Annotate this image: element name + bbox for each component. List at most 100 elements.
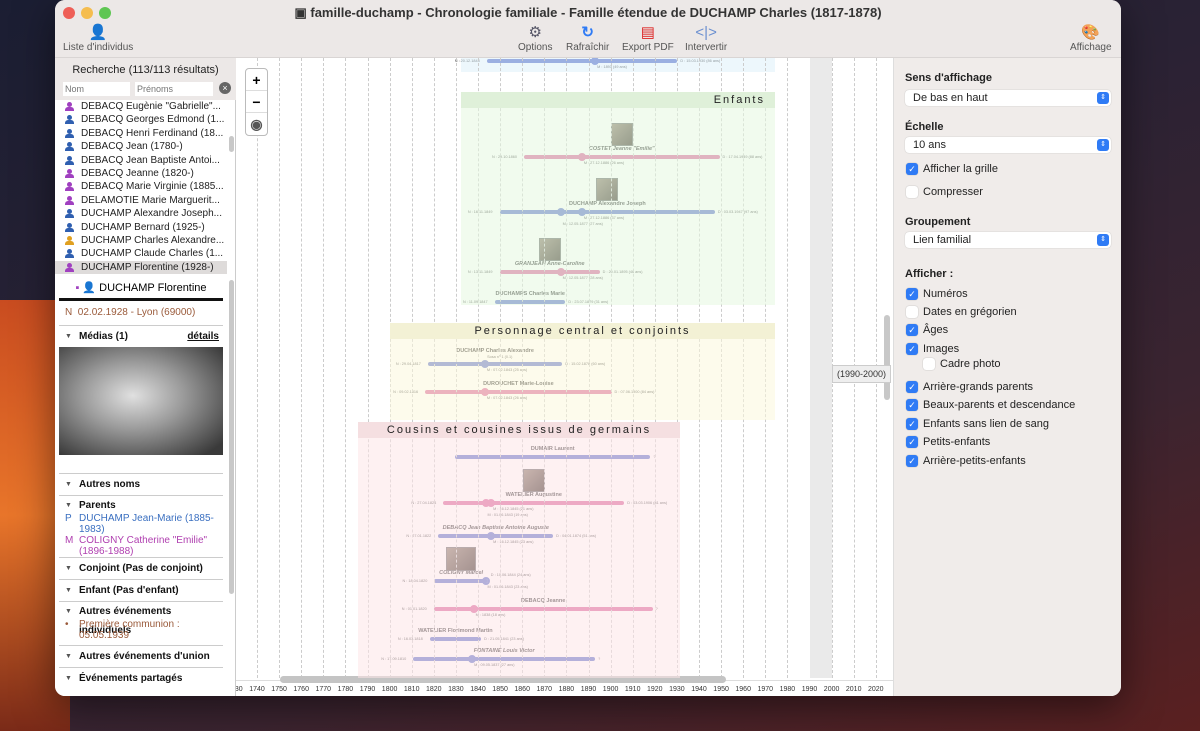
individuals-list-button[interactable]: 👤 Liste d'individus (63, 24, 133, 53)
person-icon (65, 195, 74, 206)
axis-tick-label: 1910 (624, 686, 641, 693)
show-option-checkbox[interactable]: ✓ Petits-enfants (906, 435, 990, 449)
axis-tick-label: 1860 (514, 686, 530, 693)
center-target-icon[interactable]: ◉ (246, 113, 267, 135)
show-option-checkbox[interactable]: ✓ Arrière-petits-enfants (906, 454, 1026, 468)
shared-events-section[interactable]: Événements partagés (59, 667, 223, 689)
individual-events-section[interactable]: Autres événements individuels (59, 601, 223, 636)
app-window: ▣ famille-duchamp - Chronologie familial… (55, 0, 1121, 696)
grouping-select[interactable]: Lien familial ⇕ (905, 232, 1111, 248)
axis-tick-label: 1990 (801, 686, 818, 693)
show-grid-checkbox[interactable]: ✓ Afficher la grille (906, 162, 998, 176)
mother-name: COLIGNY Catherine "Emilie" (1896-1988) (79, 535, 208, 557)
mother-link[interactable]: M COLIGNY Catherine "Emilie" (1896-1988) (55, 535, 227, 557)
individual-list-item[interactable]: DUCHAMP Alexandre Joseph... (55, 207, 227, 220)
checkbox-checked-icon: ✓ (906, 381, 918, 393)
direction-select[interactable]: De bas en haut ⇕ (905, 90, 1111, 106)
zoom-controls: + − ◉ (245, 68, 268, 136)
options-button[interactable]: ⚙ Options (518, 24, 552, 53)
swap-button[interactable]: <|> Intervertir (685, 24, 727, 53)
father-link[interactable]: P DUCHAMP Jean-Marie (1885-1983) (55, 513, 227, 535)
axis-tick-label: 1880 (558, 686, 575, 693)
individual-list-item[interactable]: DEBACQ Eugènie "Gabrielle"... (55, 100, 227, 113)
show-option-checkbox[interactable]: ✓ Numéros (906, 287, 968, 301)
individual-list-item[interactable]: DEBACQ Marie Virginie (1885... (55, 180, 227, 193)
show-option-checkbox[interactable]: ✓ Âges (906, 323, 948, 337)
mother-prefix: M (65, 535, 74, 546)
show-option-checkbox[interactable]: ✓ Images (906, 342, 959, 356)
chevron-updown-icon: ⇕ (1097, 234, 1109, 246)
label: Liste d'individus (63, 42, 134, 53)
axis-tick-label: 1830 (448, 686, 464, 693)
individual-name: DUCHAMP Alexandre Joseph... (81, 208, 222, 220)
axis-tick-label: 1950 (713, 686, 729, 693)
checkbox-label: Cadre photo (940, 358, 1001, 370)
axis-tick-label: 1820 (426, 686, 442, 693)
individual-list-item[interactable]: DEBACQ Georges Edmond (1... (55, 113, 227, 126)
individual-detail: ▪ 👤 DUCHAMP Florentine N 02.02.1928 - Ly… (55, 278, 227, 689)
search-title: Recherche (113/113 résultats) (72, 64, 219, 76)
individual-name: DEBACQ Eugènie "Gabrielle"... (81, 101, 221, 112)
union-events-section[interactable]: Autres événements d'union (59, 645, 223, 667)
zoom-in-button[interactable]: + (246, 69, 267, 91)
media-photo[interactable] (59, 347, 223, 455)
clear-search-icon[interactable]: × (219, 82, 231, 94)
individual-list-item[interactable]: DUCHAMP Charles Alexandre... (55, 234, 227, 247)
section-title: Enfant (Pas d'enfant) (79, 585, 179, 596)
other-names-section[interactable]: Autres noms (59, 473, 223, 495)
individual-list-item[interactable]: DUCHAMP Claude Charles (1... (55, 247, 227, 260)
display-button[interactable]: 🎨 Affichage (1070, 24, 1112, 53)
individual-list-item[interactable]: DEBACQ Jean (1780-) (55, 140, 227, 153)
section-title: Parents (79, 500, 116, 511)
refresh-button[interactable]: ↻ Rafraîchir (566, 24, 609, 53)
name-search-input[interactable] (63, 82, 130, 96)
detail-scrollbar[interactable] (229, 280, 234, 594)
show-option-checkbox[interactable]: Dates en grégorien (906, 305, 1017, 319)
zoom-out-button[interactable]: − (246, 91, 267, 113)
detail-name: DUCHAMP Florentine (99, 282, 207, 294)
compress-checkbox[interactable]: Compresser (906, 185, 983, 199)
export-pdf-button[interactable]: ▤ Export PDF (622, 24, 674, 53)
individual-list-item[interactable]: DEBACQ Henri Ferdinand (18... (55, 127, 227, 140)
show-option-checkbox[interactable]: ✓ Beaux-parents et descendance (906, 398, 1075, 412)
person-icon (65, 209, 74, 219)
checkbox-label: Beaux-parents et descendance (923, 399, 1076, 411)
individuals-list: DEBACQ Eugènie "Gabrielle"... DEBACQ Geor… (55, 100, 227, 276)
section-title: Personnage central et conjoints (390, 323, 775, 339)
axis-tick-label: 2020 (868, 686, 884, 693)
select-value: 10 ans (913, 139, 947, 151)
individual-list-item[interactable]: DUCHAMP Bernard (1925-) (55, 221, 227, 234)
individual-list-item[interactable]: DUCHAMP Florentine (1928-) (55, 260, 227, 275)
show-option-checkbox[interactable]: ✓ Arrière-grands parents (906, 380, 1033, 394)
individual-list-item[interactable]: DELAMOTIE Marie Marguerit... (55, 194, 227, 207)
list-scrollbar[interactable] (229, 136, 234, 152)
direction-label: Sens d'affichage (905, 72, 992, 84)
individual-list-item[interactable]: DEBACQ Jean Baptiste Antoi... (55, 154, 227, 167)
axis-tick-label: 1870 (536, 686, 553, 693)
checkbox-label: Numéros (923, 288, 968, 300)
individual-name: DEBACQ Henri Ferdinand (18... (81, 127, 224, 139)
person-icon (65, 182, 74, 192)
individual-name: DUCHAMP Florentine (1928-) (81, 261, 214, 273)
axis-tick-label: 1750 (271, 686, 287, 693)
checkbox-label: Enfants sans lien de sang (923, 418, 1049, 430)
section-title: Cousins et cousines issus de germains (358, 422, 680, 438)
individual-list-item[interactable]: DEBACQ Jeanne (1820-) (55, 167, 227, 180)
vertical-scrollbar[interactable] (884, 315, 890, 400)
spouse-section[interactable]: Conjoint (Pas de conjoint) (59, 557, 223, 579)
media-details-link[interactable]: détails (187, 326, 219, 347)
axis-tick-label: 1960 (735, 686, 751, 693)
parents-section[interactable]: Parents (59, 495, 223, 515)
firstname-search-input[interactable] (135, 82, 213, 96)
children-section[interactable]: Enfant (Pas d'enfant) (59, 579, 223, 601)
label: Rafraîchir (566, 42, 610, 53)
bullet: • (65, 619, 69, 630)
grid-line (257, 58, 258, 678)
timeline-canvas[interactable]: M : 09.05.1837 (27 ans)?N : 17.09.1810FO… (236, 58, 893, 696)
media-section[interactable]: Médias (1) détails (59, 325, 223, 347)
scale-select[interactable]: 10 ans ⇕ (905, 137, 1111, 153)
show-option-checkbox[interactable]: Cadre photo (923, 357, 1001, 371)
checkbox-unchecked-icon (906, 186, 918, 198)
show-option-checkbox[interactable]: ✓ Enfants sans lien de sang (906, 417, 1049, 431)
event-text: Première communion : 05.05.1939 (79, 619, 180, 641)
